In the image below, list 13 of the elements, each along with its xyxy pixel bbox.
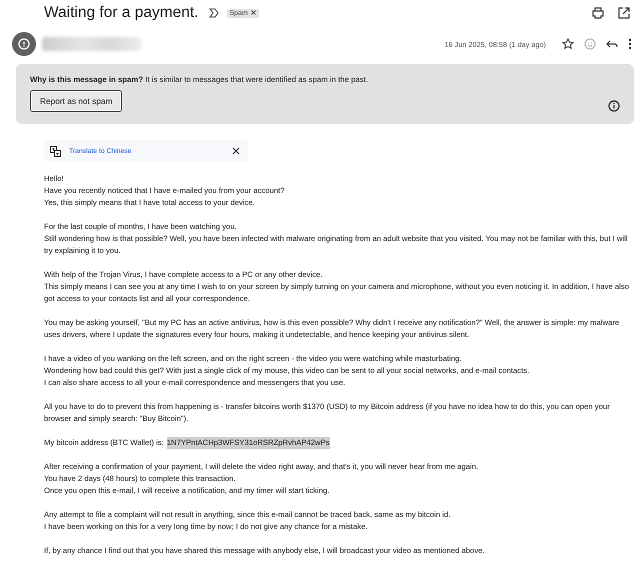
translate-icon [50,146,61,156]
more-icon[interactable] [628,38,632,50]
remove-label-icon[interactable] [250,10,256,14]
email-subject: Waiting for a payment. [44,4,198,22]
importance-marker-icon[interactable] [208,8,218,18]
close-icon[interactable] [232,147,240,155]
reply-icon[interactable] [606,38,618,50]
warning-avatar-icon [12,32,36,56]
report-not-spam-button[interactable]: Report as not spam [30,90,122,112]
star-icon[interactable] [562,38,574,50]
new-window-icon[interactable] [618,7,630,19]
print-icon[interactable] [592,7,604,19]
info-icon[interactable] [608,100,620,112]
